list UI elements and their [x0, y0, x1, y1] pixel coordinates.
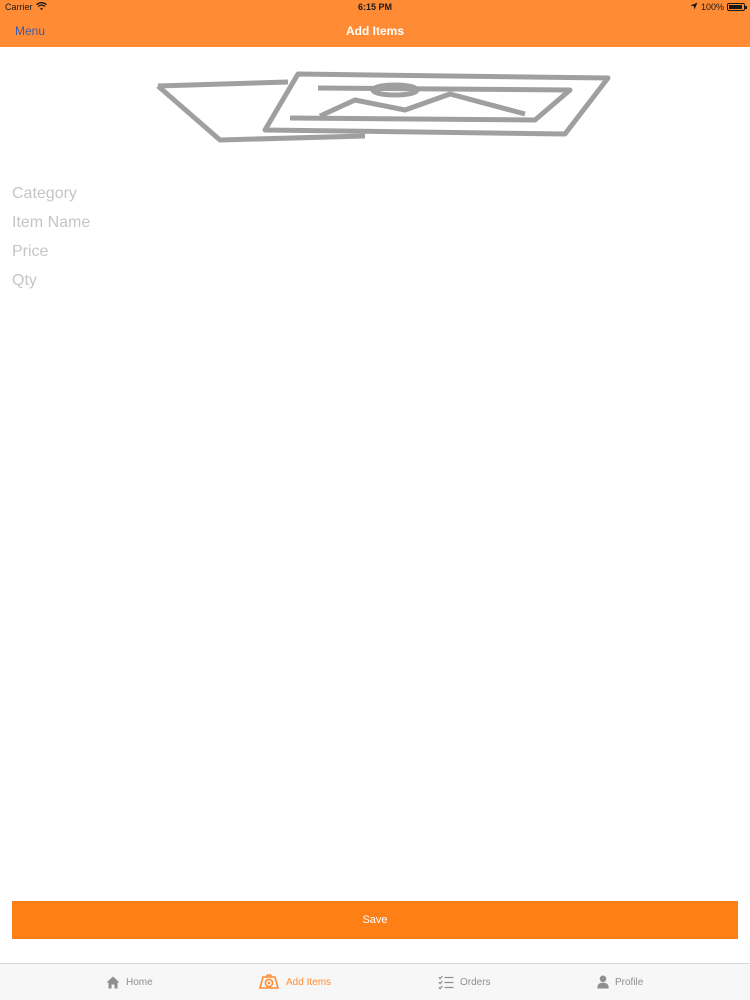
tab-add-items-label: Add Items	[286, 976, 332, 988]
category-field[interactable]	[12, 179, 738, 208]
tab-add-items[interactable]: Add Items	[258, 964, 331, 1000]
battery-percent: 100%	[700, 2, 724, 12]
price-field[interactable]	[12, 237, 738, 266]
location-arrow-icon	[690, 2, 698, 12]
tab-home[interactable]: Home	[106, 964, 153, 1000]
item-name-field[interactable]	[12, 208, 738, 237]
home-icon	[106, 976, 120, 989]
page-title: Add Items	[345, 24, 404, 38]
image-placeholder-icon	[156, 71, 611, 143]
orders-checklist-icon	[438, 975, 454, 990]
tab-profile-label: Profile	[615, 976, 644, 988]
tab-profile[interactable]: Profile	[597, 964, 643, 1000]
add-items-screen: Carrier 6:15 PM 100% Menu Add Items Cate…	[0, 0, 750, 1000]
tab-bar: Home Add Items Orders Profile	[0, 963, 750, 1000]
qty-field[interactable]	[12, 266, 738, 295]
item-form	[12, 179, 738, 295]
add-items-icon	[258, 974, 280, 990]
status-time: 6:15 PM	[357, 2, 392, 12]
status-right: 100%	[690, 2, 747, 12]
tab-orders[interactable]: Orders	[438, 964, 491, 1000]
battery-icon	[727, 3, 747, 11]
item-image-placeholder[interactable]	[150, 66, 620, 148]
status-bar: Carrier 6:15 PM 100%	[0, 0, 750, 16]
tab-orders-label: Orders	[460, 976, 491, 988]
navigation-bar: Menu Add Items	[0, 16, 750, 47]
save-button[interactable]: Save	[12, 901, 738, 939]
tab-home-label: Home	[126, 976, 153, 988]
profile-icon	[597, 975, 609, 989]
top-bar: Carrier 6:15 PM 100% Menu Add Items	[0, 0, 750, 47]
